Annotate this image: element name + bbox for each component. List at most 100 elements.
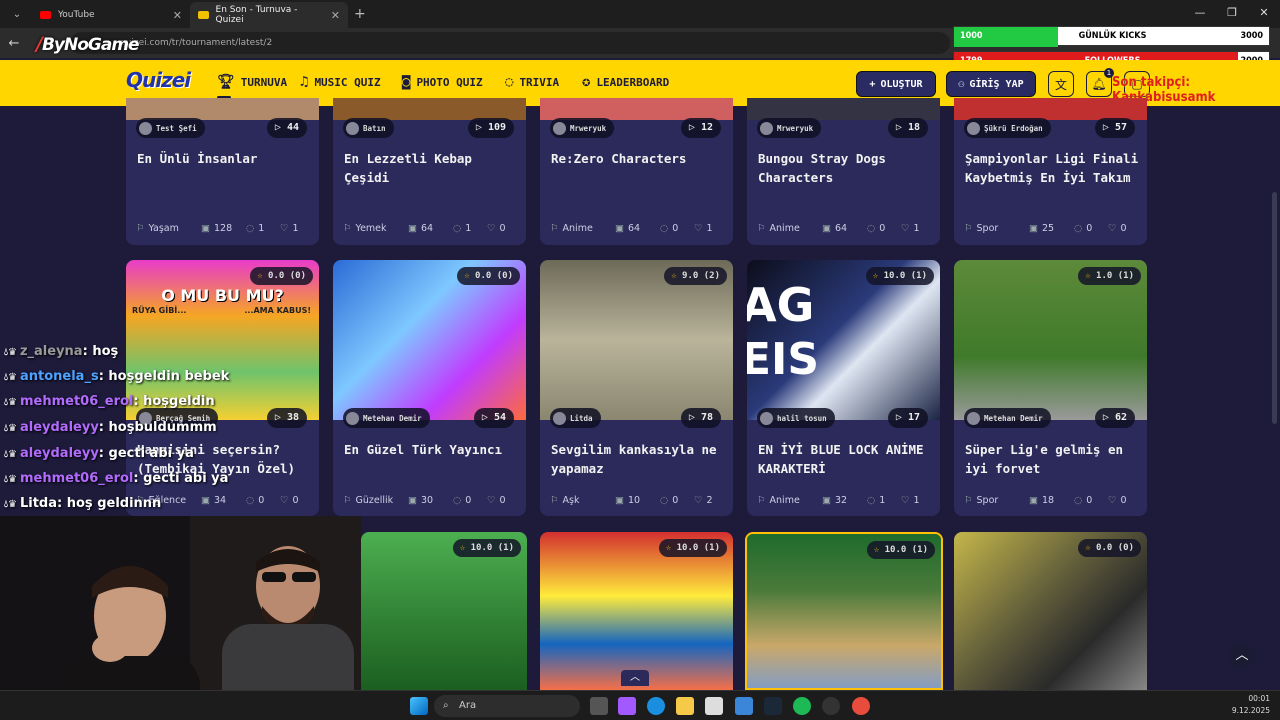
card-title[interactable]: EN İYİ BLUE LOCK ANİME KARAKTERİ <box>758 440 934 478</box>
nav-music-quiz[interactable]: ♫ MUSIC QUIZ <box>300 74 381 90</box>
rating-badge: ☆ 1.0 (1) <box>1078 267 1141 285</box>
quiz-card[interactable]: ☆ 10.0 (1) <box>361 532 527 690</box>
close-window-icon[interactable]: ✕ <box>1248 0 1280 28</box>
author-chip[interactable]: Litda <box>550 408 601 428</box>
file-explorer-icon[interactable] <box>676 697 694 715</box>
edge-icon[interactable] <box>647 697 665 715</box>
author-chip[interactable]: Şükrü Erdoğan <box>964 118 1051 138</box>
tag-icon: ⚐ <box>550 222 559 234</box>
card-title[interactable]: Bungou Stray Dogs Characters <box>758 149 934 187</box>
card-meta-row: ⚐ Anime ▣ 64 ◌ 0 ♡ 1 <box>550 221 730 235</box>
notification-button[interactable]: 🔔︎ 1 <box>1086 68 1114 97</box>
thumbnail-text: RÜYA GİBİ... <box>132 306 187 315</box>
items-icon: ▣ <box>1029 222 1038 234</box>
close-icon[interactable]: ✕ <box>331 9 340 22</box>
nav-leaderboard[interactable]: ✪ LEADERBOARD <box>582 74 669 90</box>
tab-quizei[interactable]: En Son - Turnuva - Quizei ✕ <box>190 2 348 28</box>
author-chip[interactable]: Batın <box>343 118 394 138</box>
card-title[interactable]: Süper Lig'e gelmiş en iyi forvet <box>965 440 1141 478</box>
card-title[interactable]: Re:Zero Characters <box>551 149 727 168</box>
restore-icon[interactable]: ❐ <box>1216 0 1248 28</box>
card-title[interactable]: En Güzel Türk Yayıncı <box>344 440 520 459</box>
scroll-to-top-button[interactable]: ︿ <box>1229 643 1255 669</box>
avatar <box>553 121 566 135</box>
card-comments: ◌ 0 <box>660 222 679 234</box>
card-comments: ◌ 0 <box>1074 494 1093 506</box>
windows-start-icon[interactable] <box>410 697 428 715</box>
quiz-card[interactable]: ☆ 1.0 (1) Metehan Demir ▷ 62 Süper Lig'e ge… <box>954 260 1147 516</box>
comment-icon: ◌ <box>867 222 876 234</box>
spotify-icon[interactable] <box>793 697 811 715</box>
card-meta-row: ⚐ Spor ▣ 25 ◌ 0 ♡ 0 <box>964 221 1144 235</box>
author-chip[interactable]: halil tosun <box>757 408 835 428</box>
chat-message: 💧︎♛ aleydaleyy: hoşbuldummm <box>4 420 217 435</box>
tab-search-button[interactable]: ⌄ <box>4 3 30 25</box>
quiz-card[interactable]: Test Şefi ▷ 44 En Ünlü İnsanlar ⚐ Yaşam ▣ 128 ◌… <box>126 98 319 245</box>
author-chip[interactable]: Metehan Demir <box>343 408 430 428</box>
avatar <box>346 411 359 425</box>
card-meta-row: ⚐ Anime ▣ 64 ◌ 0 ♡ 1 <box>757 221 937 235</box>
chat-text: : gecti abi ya <box>98 446 194 461</box>
star-icon: ☆ <box>1085 543 1097 553</box>
star-icon: ☆ <box>872 271 884 281</box>
new-tab-icon[interactable]: + <box>354 6 366 22</box>
badge-icon: 💧︎♛ <box>4 372 17 383</box>
star-icon: ☆ <box>671 271 683 281</box>
card-title[interactable]: Sevgilim kankasıyla ne yapamaz <box>551 440 727 478</box>
page-scrollbar[interactable] <box>1272 108 1277 690</box>
card-items: ▣ 25 <box>1029 222 1055 234</box>
chat-message: 💧︎♛ mehmet06_erol: hoşgeldin <box>4 394 215 409</box>
card-title[interactable]: Şampiyonlar Ligi Finali Kaybetmiş En İyi… <box>965 149 1141 187</box>
quiz-card[interactable]: Şükrü Erdoğan ▷ 57 Şampiyonlar Ligi Finali… <box>954 98 1147 245</box>
star-icon: ☆ <box>873 545 885 555</box>
quiz-card[interactable]: ☆ 0.0 (0) <box>954 532 1147 690</box>
quiz-card[interactable]: ☆ 10.0 (1) <box>540 532 733 690</box>
language-button[interactable]: 文 <box>1048 71 1074 97</box>
chat-text: : hoş geldinnn <box>57 496 162 511</box>
mail-icon[interactable] <box>735 697 753 715</box>
quiz-card[interactable]: ☆ 9.0 (2) Litda ▷ 78 Sevgilim kankasıyla ne… <box>540 260 733 516</box>
card-meta-row: ⚐ Yaşam ▣ 128 ◌ 1 ♡ 1 <box>136 221 316 235</box>
author-chip[interactable]: Metehan Demir <box>964 408 1051 428</box>
minimize-icon[interactable]: — <box>1184 0 1216 28</box>
card-likes: ♡ 0 <box>1108 222 1127 234</box>
close-icon[interactable]: ✕ <box>173 9 182 22</box>
scrollbar-thumb[interactable] <box>1272 192 1277 424</box>
card-title[interactable]: En Ünlü İnsanlar <box>137 149 313 168</box>
quiz-card[interactable]: ☆ 10.0 (1) <box>745 532 943 690</box>
author-chip[interactable]: Test Şefi <box>136 118 205 138</box>
quiz-card[interactable]: Mrweryuk ▷ 12 Re:Zero Characters ⚐ Anime ▣ 64 ◌… <box>540 98 733 245</box>
quiz-card[interactable]: Batın ▷ 109 En Lezzetli Kebap Çeşidi ⚐ Yemek… <box>333 98 526 245</box>
items-icon: ▣ <box>201 494 210 506</box>
thumbnail-text: ...AMA KABUS! <box>244 306 311 315</box>
card-category: ⚐ Yaşam <box>136 222 179 234</box>
create-button[interactable]: + OLUŞTUR <box>856 71 936 97</box>
url-input[interactable]: quizei.com/tr/tournament/latest/2 <box>70 32 950 54</box>
author-chip[interactable]: Mrweryuk <box>550 118 615 138</box>
store-icon[interactable] <box>705 697 723 715</box>
quizei-logo[interactable]: Quizei <box>126 68 191 92</box>
system-clock[interactable]: 00:01 9.12.2025 <box>1232 693 1270 717</box>
back-arrow-icon[interactable]: ← <box>0 36 28 51</box>
taskbar-search[interactable]: ⌕ Ara <box>434 695 580 717</box>
nav-trivia[interactable]: ◌ TRIVIA <box>505 74 559 90</box>
task-view-icon[interactable] <box>590 697 608 715</box>
nav-tournament[interactable]: 🏆︎ TURNUVA <box>217 74 287 90</box>
steam-icon[interactable] <box>764 697 782 715</box>
quiz-card[interactable]: AG EIS ☆ 10.0 (1) halil tosun ▷ 17 EN İYİ BLU… <box>747 260 940 516</box>
scroll-up-tab[interactable]: ︿ <box>621 670 649 686</box>
chrome-icon[interactable] <box>852 697 870 715</box>
author-chip[interactable]: Mrweryuk <box>757 118 822 138</box>
card-thumbnail <box>540 98 733 120</box>
nav-photo-quiz[interactable]: ◙ PHOTO QUIZ <box>402 74 483 90</box>
tab-youtube[interactable]: YouTube ✕ <box>32 2 190 28</box>
quiz-card[interactable]: ☆ 0.0 (0) Metehan Demir ▷ 54 En Güzel Türk … <box>333 260 526 516</box>
items-icon: ▣ <box>201 222 210 234</box>
obs-icon[interactable] <box>822 697 840 715</box>
quiz-card[interactable]: Mrweryuk ▷ 18 Bungou Stray Dogs Characters… <box>747 98 940 245</box>
login-button[interactable]: ⚇ GİRİŞ YAP <box>946 71 1036 97</box>
card-items: ▣ 30 <box>408 494 434 506</box>
rating-badge: ☆ 10.0 (1) <box>866 541 935 559</box>
card-title[interactable]: En Lezzetli Kebap Çeşidi <box>344 149 520 187</box>
copilot-icon[interactable] <box>618 697 636 715</box>
